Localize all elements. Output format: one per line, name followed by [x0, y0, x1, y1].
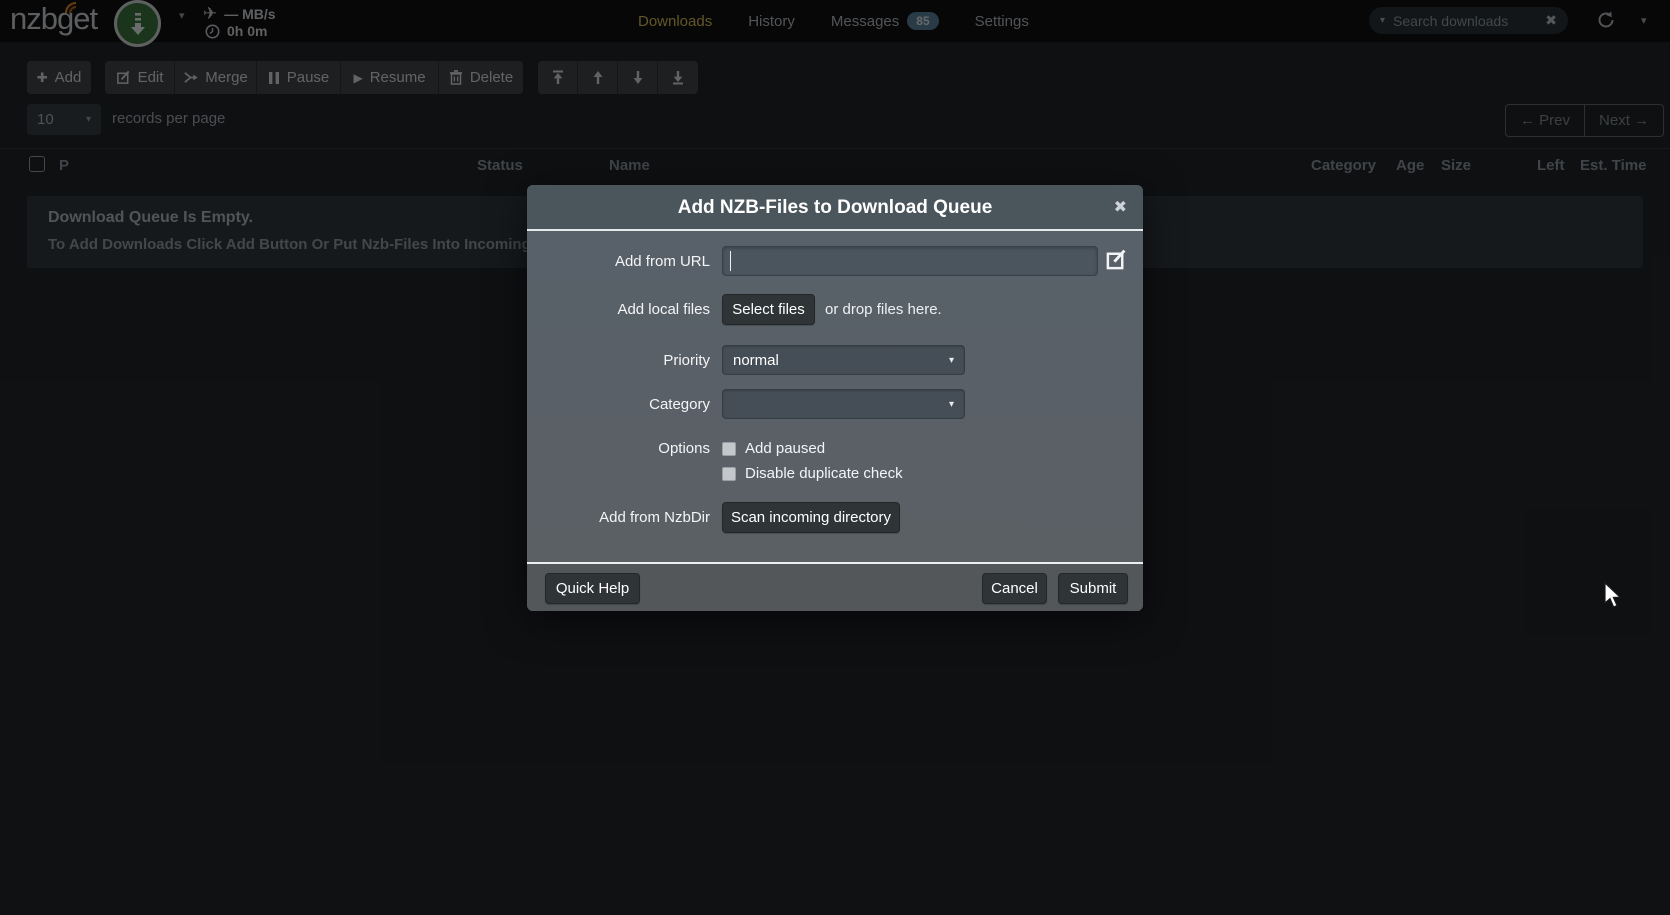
drop-files-hint: or drop files here. [825, 301, 942, 318]
priority-select[interactable]: normal ▾ [722, 345, 965, 375]
nzbdir-label: Add from NzbDir [527, 509, 710, 526]
local-files-label: Add local files [527, 301, 710, 318]
mouse-cursor [1603, 582, 1623, 610]
text-cursor [730, 251, 731, 271]
priority-caret-icon: ▾ [949, 355, 954, 366]
add-nzb-dialog: Add NZB-Files to Download Queue ✖ Add fr… [527, 185, 1143, 611]
url-field-label: Add from URL [527, 253, 710, 270]
url-input[interactable] [722, 246, 1098, 276]
paste-edit-icon[interactable] [1105, 248, 1128, 271]
category-caret-icon: ▾ [949, 399, 954, 410]
dialog-body: Add from URL Add local files Select file… [527, 231, 1143, 560]
cancel-button[interactable]: Cancel [982, 573, 1047, 604]
quick-help-button[interactable]: Quick Help [545, 573, 640, 604]
priority-label: Priority [527, 352, 710, 369]
options-label: Options [527, 440, 710, 457]
add-paused-checkbox[interactable] [722, 442, 736, 456]
dialog-header: Add NZB-Files to Download Queue ✖ [527, 185, 1143, 231]
category-label: Category [527, 396, 710, 413]
disable-duplicate-checkbox[interactable] [722, 467, 736, 481]
category-select[interactable]: ▾ [722, 389, 965, 419]
select-files-button[interactable]: Select files [722, 294, 815, 325]
dialog-footer: Quick Help Cancel Submit [527, 562, 1143, 611]
submit-button[interactable]: Submit [1058, 573, 1128, 604]
close-icon[interactable]: ✖ [1114, 197, 1127, 217]
scan-directory-button[interactable]: Scan incoming directory [722, 502, 900, 533]
add-paused-label[interactable]: Add paused [745, 440, 825, 457]
nzbget-app: nzbget ▾ ✈ — MB/s 0h 0m Downloa [0, 0, 1670, 915]
dialog-title: Add NZB-Files to Download Queue [527, 185, 1143, 231]
disable-duplicate-label[interactable]: Disable duplicate check [745, 465, 903, 482]
